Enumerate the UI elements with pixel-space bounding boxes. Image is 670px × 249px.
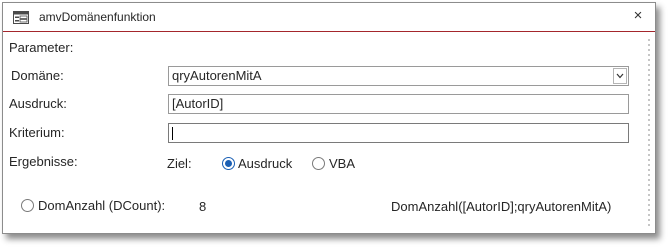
form-window: amvDomänenfunktion × Parameter: Domäne: … — [2, 2, 656, 234]
parameter-label: Parameter: — [9, 40, 74, 55]
domain-value: qryAutorenMitA — [172, 68, 262, 83]
domanzahl-formula: DomAnzahl([AutorID];qryAutorenMitA) — [391, 199, 612, 214]
form-icon — [13, 11, 29, 24]
target-ausdruck-label[interactable]: Ausdruck — [238, 156, 292, 171]
close-button[interactable]: × — [629, 7, 647, 25]
domain-combobox[interactable]: qryAutorenMitA — [168, 66, 629, 86]
scrollbar[interactable] — [645, 39, 653, 227]
target-label: Ziel: — [167, 156, 192, 171]
domain-label: Domäne: — [11, 68, 64, 83]
expression-label: Ausdruck: — [9, 96, 67, 111]
radio-target-ausdruck[interactable] — [222, 157, 235, 170]
criterion-label: Kriterium: — [9, 125, 65, 140]
domain-dropdown-button[interactable] — [613, 68, 627, 84]
domanzahl-label[interactable]: DomAnzahl (DCount): — [38, 198, 165, 213]
results-label: Ergebnisse: — [9, 154, 78, 169]
criterion-input[interactable] — [168, 123, 629, 143]
domanzahl-result: 8 — [199, 199, 207, 214]
radio-domanzahl[interactable] — [21, 199, 34, 212]
text-cursor — [172, 127, 173, 140]
target-vba-label[interactable]: VBA — [329, 156, 355, 171]
radio-target-vba[interactable] — [312, 157, 325, 170]
expression-input[interactable]: [AutorID] — [168, 94, 629, 114]
chevron-down-icon — [616, 73, 624, 79]
title-bar: amvDomänenfunktion × — [3, 3, 655, 32]
window-title: amvDomänenfunktion — [39, 10, 156, 24]
